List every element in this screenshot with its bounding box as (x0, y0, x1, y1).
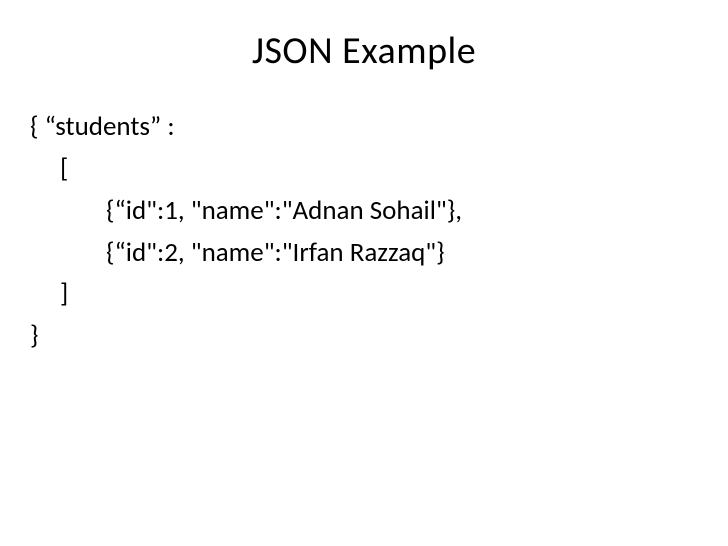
code-line: ] (30, 273, 698, 315)
code-line: } (30, 315, 698, 357)
slide-title: JSON Example (30, 28, 698, 74)
code-line: {“id":1, "name":"Adnan Sohail"}, (30, 190, 698, 232)
slide-content: { “students” : [ {“id":1, "name":"Adnan … (30, 106, 698, 357)
code-line: { “students” : (30, 106, 698, 148)
code-line: {“id":2, "name":"Irfan Razzaq"} (30, 232, 698, 274)
code-line: [ (30, 148, 698, 190)
slide: JSON Example { “students” : [ {“id":1, "… (0, 0, 728, 546)
